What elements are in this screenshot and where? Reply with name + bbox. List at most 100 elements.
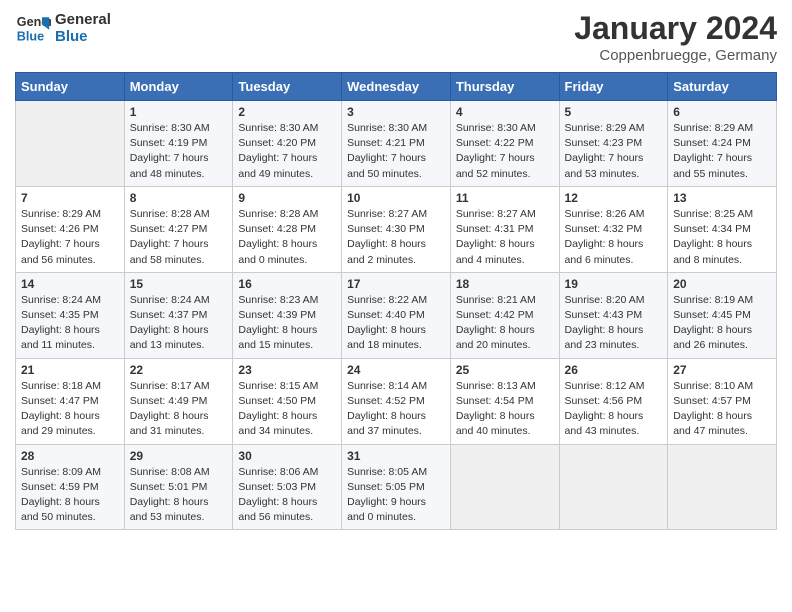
day-info: Sunrise: 8:08 AMSunset: 5:01 PMDaylight:… (130, 465, 228, 526)
day-cell: 17 Sunrise: 8:22 AMSunset: 4:40 PMDayligh… (342, 272, 451, 358)
day-number: 23 (238, 363, 336, 377)
svg-text:Blue: Blue (17, 30, 44, 44)
calendar-header: SundayMondayTuesdayWednesdayThursdayFrid… (16, 73, 777, 101)
day-number: 6 (673, 105, 771, 119)
day-header-wednesday: Wednesday (342, 73, 451, 101)
day-cell: 25 Sunrise: 8:13 AMSunset: 4:54 PMDayligh… (450, 358, 559, 444)
day-info: Sunrise: 8:19 AMSunset: 4:45 PMDaylight:… (673, 293, 771, 354)
day-info: Sunrise: 8:27 AMSunset: 4:30 PMDaylight:… (347, 207, 445, 268)
day-cell: 7Sunrise: 8:29 AMSunset: 4:26 PMDaylight… (16, 186, 125, 272)
day-number: 21 (21, 363, 119, 377)
day-number: 12 (565, 191, 663, 205)
day-cell: 4Sunrise: 8:30 AMSunset: 4:22 PMDaylight… (450, 101, 559, 187)
week-row-1: 1 Sunrise: 8:30 AMSunset: 4:19 PMDaylight… (16, 101, 777, 187)
day-number: 3 (347, 105, 445, 119)
day-cell: 19Sunrise: 8:20 AMSunset: 4:43 PMDayligh… (559, 272, 668, 358)
week-row-3: 14Sunrise: 8:24 AMSunset: 4:35 PMDayligh… (16, 272, 777, 358)
day-info: Sunrise: 8:30 AMSunset: 4:20 PMDaylight:… (238, 121, 336, 182)
day-cell: 3 Sunrise: 8:30 AMSunset: 4:21 PMDaylight… (342, 101, 451, 187)
day-info: Sunrise: 8:28 AMSunset: 4:28 PMDaylight:… (238, 207, 336, 268)
day-cell: 20Sunrise: 8:19 AMSunset: 4:45 PMDayligh… (668, 272, 777, 358)
week-row-2: 7Sunrise: 8:29 AMSunset: 4:26 PMDaylight… (16, 186, 777, 272)
day-cell (668, 444, 777, 530)
day-info: Sunrise: 8:05 AMSunset: 5:05 PMDaylight:… (347, 465, 445, 526)
week-row-5: 28Sunrise: 8:09 AMSunset: 4:59 PMDayligh… (16, 444, 777, 530)
day-cell: 27Sunrise: 8:10 AMSunset: 4:57 PMDayligh… (668, 358, 777, 444)
day-number: 16 (238, 277, 336, 291)
day-cell: 9 Sunrise: 8:28 AMSunset: 4:28 PMDaylight… (233, 186, 342, 272)
day-cell: 24Sunrise: 8:14 AMSunset: 4:52 PMDayligh… (342, 358, 451, 444)
day-info: Sunrise: 8:24 AMSunset: 4:37 PMDaylight:… (130, 293, 228, 354)
header: General Blue General Blue January 2024 C… (15, 10, 777, 64)
day-cell: 18 Sunrise: 8:21 AMSunset: 4:42 PMDayligh… (450, 272, 559, 358)
day-info: Sunrise: 8:28 AMSunset: 4:27 PMDaylight:… (130, 207, 228, 268)
day-info: Sunrise: 8:12 AMSunset: 4:56 PMDaylight:… (565, 379, 663, 440)
day-cell: 12Sunrise: 8:26 AMSunset: 4:32 PMDayligh… (559, 186, 668, 272)
day-info: Sunrise: 8:27 AMSunset: 4:31 PMDaylight:… (456, 207, 554, 268)
day-cell: 1 Sunrise: 8:30 AMSunset: 4:19 PMDaylight… (124, 101, 233, 187)
day-cell: 28Sunrise: 8:09 AMSunset: 4:59 PMDayligh… (16, 444, 125, 530)
day-info: Sunrise: 8:18 AMSunset: 4:47 PMDaylight:… (21, 379, 119, 440)
day-cell: 15 Sunrise: 8:24 AMSunset: 4:37 PMDayligh… (124, 272, 233, 358)
day-cell: 22Sunrise: 8:17 AMSunset: 4:49 PMDayligh… (124, 358, 233, 444)
day-info: Sunrise: 8:30 AMSunset: 4:21 PMDaylight:… (347, 121, 445, 182)
subtitle: Coppenbruegge, Germany (574, 47, 777, 64)
day-cell: 30 Sunrise: 8:06 AMSunset: 5:03 PMDayligh… (233, 444, 342, 530)
day-header-saturday: Saturday (668, 73, 777, 101)
day-number: 1 (130, 105, 228, 119)
day-info: Sunrise: 8:30 AMSunset: 4:19 PMDaylight:… (130, 121, 228, 182)
day-info: Sunrise: 8:13 AMSunset: 4:54 PMDaylight:… (456, 379, 554, 440)
day-number: 29 (130, 449, 228, 463)
day-number: 31 (347, 449, 445, 463)
day-number: 5 (565, 105, 663, 119)
day-cell: 21 Sunrise: 8:18 AMSunset: 4:47 PMDayligh… (16, 358, 125, 444)
day-info: Sunrise: 8:22 AMSunset: 4:40 PMDaylight:… (347, 293, 445, 354)
day-info: Sunrise: 8:30 AMSunset: 4:22 PMDaylight:… (456, 121, 554, 182)
day-cell (450, 444, 559, 530)
logo-general: General (55, 11, 111, 28)
day-number: 2 (238, 105, 336, 119)
day-info: Sunrise: 8:15 AMSunset: 4:50 PMDaylight:… (238, 379, 336, 440)
day-number: 7 (21, 191, 119, 205)
calendar-body: 1 Sunrise: 8:30 AMSunset: 4:19 PMDaylight… (16, 101, 777, 530)
day-info: Sunrise: 8:23 AMSunset: 4:39 PMDaylight:… (238, 293, 336, 354)
day-number: 9 (238, 191, 336, 205)
logo-blue: Blue (55, 28, 111, 45)
day-info: Sunrise: 8:17 AMSunset: 4:49 PMDaylight:… (130, 379, 228, 440)
logo-icon: General Blue (15, 10, 51, 46)
day-cell: 6Sunrise: 8:29 AMSunset: 4:24 PMDaylight… (668, 101, 777, 187)
day-header-tuesday: Tuesday (233, 73, 342, 101)
day-cell: 5Sunrise: 8:29 AMSunset: 4:23 PMDaylight… (559, 101, 668, 187)
day-cell: 8 Sunrise: 8:28 AMSunset: 4:27 PMDaylight… (124, 186, 233, 272)
day-number: 19 (565, 277, 663, 291)
day-cell: 31 Sunrise: 8:05 AMSunset: 5:05 PMDayligh… (342, 444, 451, 530)
day-number: 14 (21, 277, 119, 291)
day-number: 15 (130, 277, 228, 291)
day-cell: 26 Sunrise: 8:12 AMSunset: 4:56 PMDayligh… (559, 358, 668, 444)
day-number: 8 (130, 191, 228, 205)
day-info: Sunrise: 8:14 AMSunset: 4:52 PMDaylight:… (347, 379, 445, 440)
day-header-thursday: Thursday (450, 73, 559, 101)
day-cell: 14Sunrise: 8:24 AMSunset: 4:35 PMDayligh… (16, 272, 125, 358)
header-row: SundayMondayTuesdayWednesdayThursdayFrid… (16, 73, 777, 101)
logo: General Blue General Blue (15, 10, 111, 46)
day-cell: 13Sunrise: 8:25 AMSunset: 4:34 PMDayligh… (668, 186, 777, 272)
day-header-monday: Monday (124, 73, 233, 101)
day-number: 13 (673, 191, 771, 205)
day-cell: 11Sunrise: 8:27 AMSunset: 4:31 PMDayligh… (450, 186, 559, 272)
day-cell: 2 Sunrise: 8:30 AMSunset: 4:20 PMDaylight… (233, 101, 342, 187)
day-number: 26 (565, 363, 663, 377)
main-title: January 2024 (574, 10, 777, 47)
day-info: Sunrise: 8:21 AMSunset: 4:42 PMDaylight:… (456, 293, 554, 354)
title-area: January 2024 Coppenbruegge, Germany (574, 10, 777, 64)
day-cell: 16 Sunrise: 8:23 AMSunset: 4:39 PMDayligh… (233, 272, 342, 358)
day-number: 27 (673, 363, 771, 377)
day-cell (16, 101, 125, 187)
day-info: Sunrise: 8:06 AMSunset: 5:03 PMDaylight:… (238, 465, 336, 526)
day-header-sunday: Sunday (16, 73, 125, 101)
day-number: 17 (347, 277, 445, 291)
day-number: 30 (238, 449, 336, 463)
day-cell: 29 Sunrise: 8:08 AMSunset: 5:01 PMDayligh… (124, 444, 233, 530)
day-number: 18 (456, 277, 554, 291)
day-number: 25 (456, 363, 554, 377)
